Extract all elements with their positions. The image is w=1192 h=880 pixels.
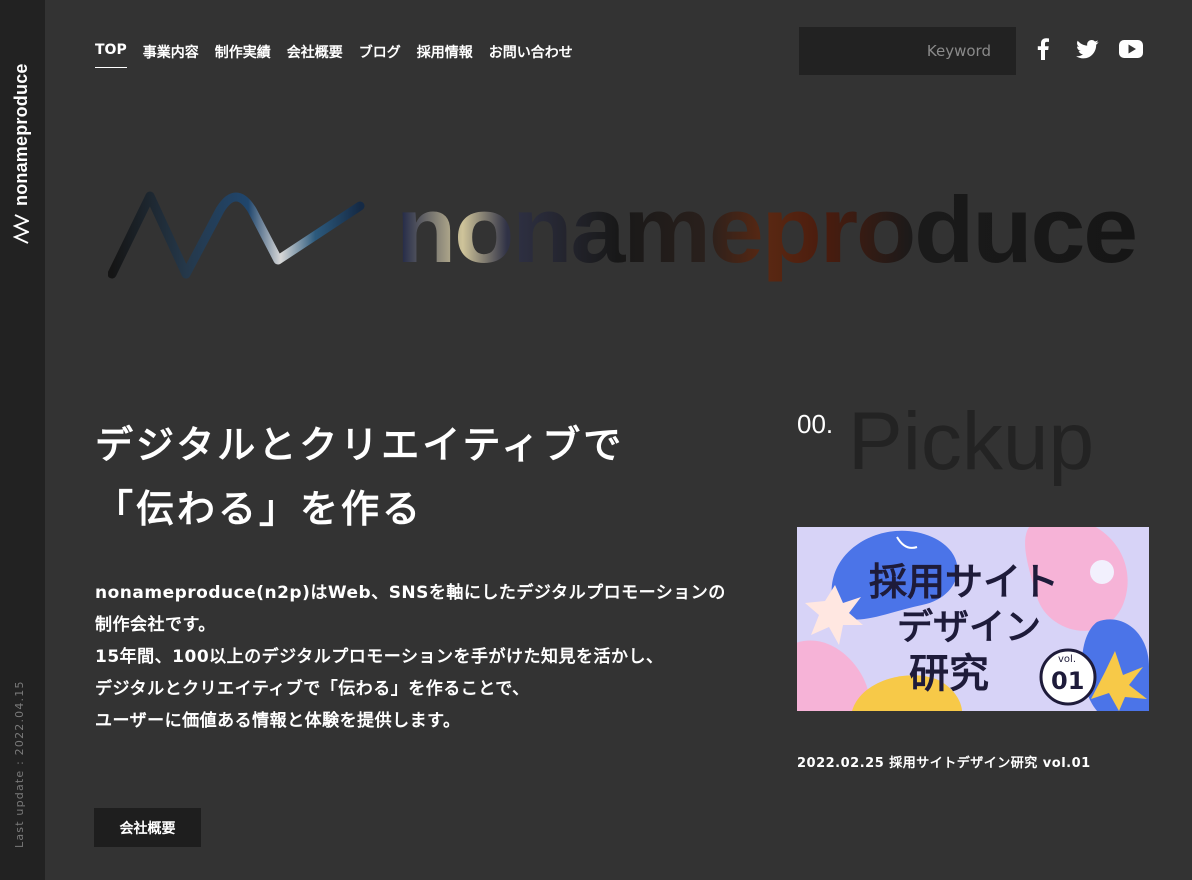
card-title-line2: デザイン [897, 606, 1041, 648]
logo-mark-icon [13, 214, 29, 244]
hero-title-line2: 「伝わる」を作る [95, 487, 424, 531]
hero-logo: nonameproduce [108, 184, 1138, 282]
pickup-card-image[interactable]: 採用サイト デザイン 研究 vol. 01 [797, 527, 1149, 711]
pickup-heading: Pickup [848, 396, 1095, 487]
nav-company[interactable]: 会社概要 [287, 42, 343, 68]
nav-top[interactable]: TOP [95, 42, 127, 68]
hero-desc-line: ユーザーに価値ある情報と体験を提供します。 [95, 711, 461, 731]
card-title-line1: 採用サイト [869, 560, 1059, 604]
youtube-link[interactable] [1119, 38, 1143, 60]
last-update: Last update : 2022.04.15 [10, 678, 30, 848]
hero-title-line1: デジタルとクリエイティブで [95, 423, 625, 467]
nav-contact[interactable]: お問い合わせ [489, 42, 573, 68]
sidebar-logo[interactable]: nonameproduce [6, 32, 36, 244]
nav-recruit[interactable]: 採用情報 [417, 42, 473, 68]
hero-desc-line: nonameproduce(n2p)はWeb、SNSを軸にしたデジタルプロモーシ… [95, 583, 726, 603]
sidebar-brand: nonameproduce [10, 63, 31, 206]
twitter-icon [1075, 39, 1099, 58]
hero-description: nonameproduce(n2p)はWeb、SNSを軸にしたデジタルプロモーシ… [95, 577, 795, 737]
nav-blog[interactable]: ブログ [359, 42, 401, 68]
hero-desc-line: 15年間、100以上のデジタルプロモーションを手がけた知見を活かし、 [95, 647, 664, 667]
search-input[interactable] [799, 27, 1016, 75]
hero-title: デジタルとクリエイティブで 「伝わる」を作る [95, 413, 624, 541]
global-nav: TOP 事業内容 制作実績 会社概要 ブログ 採用情報 お問い合わせ [95, 42, 573, 68]
card-vol-number: 01 [1051, 667, 1084, 695]
pickup-number: 00. [797, 409, 834, 439]
nav-works[interactable]: 制作実績 [215, 42, 271, 68]
logo-mark-icon [108, 191, 365, 279]
hero-desc-line: 制作会社です。 [95, 615, 216, 635]
company-overview-button[interactable]: 会社概要 [94, 808, 201, 847]
nav-business[interactable]: 事業内容 [143, 42, 199, 68]
last-update-text: Last update : 2022.04.15 [13, 680, 26, 848]
youtube-icon [1119, 40, 1143, 58]
facebook-link[interactable] [1034, 38, 1052, 60]
pickup-caption[interactable]: 2022.02.25 採用サイトデザイン研究 vol.01 [797, 752, 1091, 771]
card-title-line3: 研究 [909, 651, 989, 697]
card-vol-label: vol. [1058, 654, 1076, 665]
facebook-icon [1037, 38, 1049, 60]
hero-desc-line: デジタルとクリエイティブで「伝わる」を作ることで、 [95, 679, 530, 699]
twitter-link[interactable] [1075, 38, 1099, 60]
sidebar: nonameproduce Last update : 2022.04.15 [0, 0, 45, 880]
hero-logo-text: nonameproduce [396, 184, 1136, 282]
